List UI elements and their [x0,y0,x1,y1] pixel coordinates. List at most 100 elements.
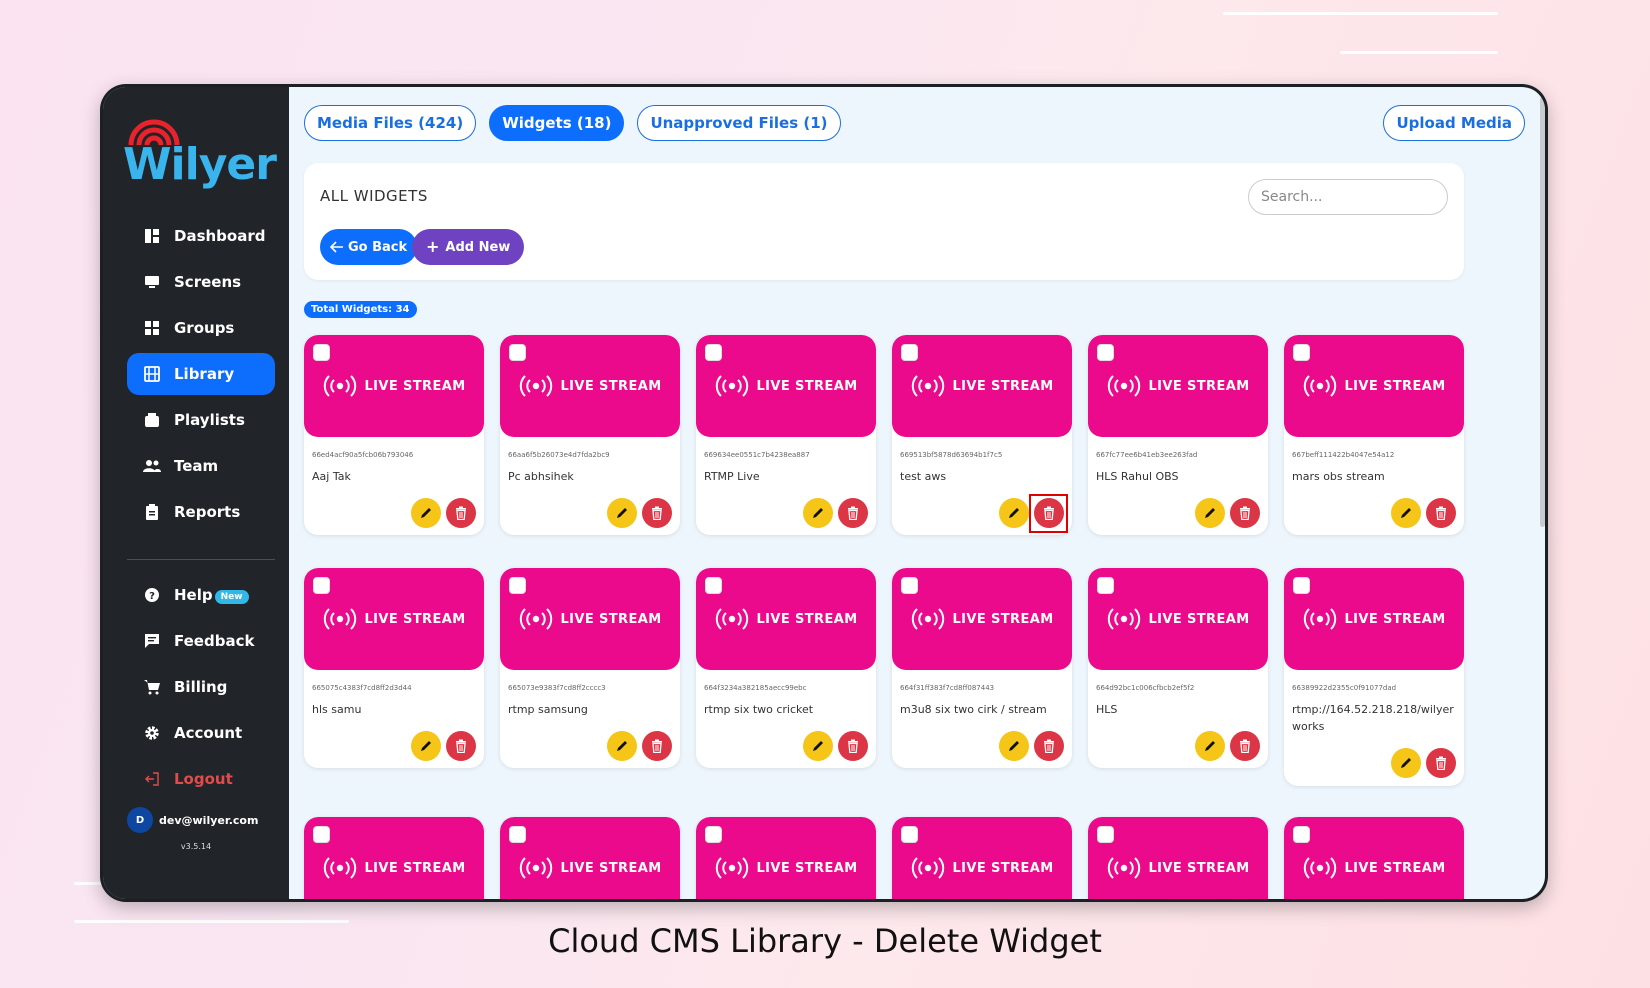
widget-thumbnail[interactable]: LIVE STREAM [500,817,680,899]
select-checkbox[interactable] [901,826,918,843]
delete-button[interactable] [1230,731,1260,761]
add-new-button[interactable]: + Add New [412,229,525,265]
select-checkbox[interactable] [509,826,526,843]
widget-card[interactable]: LIVE STREAM [304,817,484,899]
select-checkbox[interactable] [901,344,918,361]
widget-card[interactable]: LIVE STREAM 66aa6f5b26073e4d7fda2bc9 Pc ab… [500,335,680,535]
widget-card[interactable]: LIVE STREAM 665073e9383f7cd8ff2cccc3 rtmp … [500,568,680,768]
widget-thumbnail[interactable]: LIVE STREAM [1284,568,1464,670]
widget-thumbnail[interactable]: LIVE STREAM [892,568,1072,670]
widget-card[interactable]: LIVE STREAM 66389922d2355c0f91077dad rtmp:… [1284,568,1464,786]
tab-media[interactable]: Media Files (424) [304,105,477,141]
go-back-button[interactable]: Go Back [320,229,418,265]
widget-thumbnail[interactable]: LIVE STREAM [304,817,484,899]
select-checkbox[interactable] [313,577,330,594]
select-checkbox[interactable] [1293,577,1310,594]
select-checkbox[interactable] [705,577,722,594]
select-checkbox[interactable] [705,826,722,843]
sidebar-item-groups[interactable]: Groups [127,307,275,349]
edit-button[interactable] [1391,498,1421,528]
widget-card[interactable]: LIVE STREAM 664f3234a382185aecc99ebc rtmp … [696,568,876,768]
edit-button[interactable] [803,731,833,761]
sidebar-item-library[interactable]: Library [127,353,275,395]
widget-thumbnail[interactable]: LIVE STREAM [696,335,876,437]
widget-type-label: LIVE STREAM [952,378,1054,394]
delete-button[interactable] [446,498,476,528]
widget-thumbnail[interactable]: LIVE STREAM [1284,335,1464,437]
widget-thumbnail[interactable]: LIVE STREAM [304,335,484,437]
tab-unapproved[interactable]: Unapproved Files (1) [637,105,841,141]
select-checkbox[interactable] [313,826,330,843]
edit-button[interactable] [1195,498,1225,528]
sidebar-item-playlists[interactable]: Playlists [127,399,275,441]
widget-card[interactable]: LIVE STREAM 667beff111422b4047e54a12 mars … [1284,335,1464,535]
edit-button[interactable] [411,498,441,528]
widget-card[interactable]: LIVE STREAM 669634ee0551c7b4238ea887 RTMP … [696,335,876,535]
sidebar-item-help[interactable]: ? Help New [127,574,275,616]
widget-card[interactable]: LIVE STREAM 664d92bc1c006cfbcb2ef5f2 HLS [1088,568,1268,768]
sidebar-item-feedback[interactable]: Feedback [127,620,275,662]
sidebar-item-account[interactable]: Account [127,712,275,754]
widget-card[interactable]: LIVE STREAM [1284,817,1464,899]
widget-card[interactable]: LIVE STREAM [696,817,876,899]
sidebar-item-logout[interactable]: Logout [127,758,275,800]
widget-thumbnail[interactable]: LIVE STREAM [304,568,484,670]
widget-thumbnail[interactable]: LIVE STREAM [1284,817,1464,899]
edit-button[interactable] [1195,731,1225,761]
select-checkbox[interactable] [901,577,918,594]
scrollbar[interactable] [1540,97,1545,527]
widget-thumbnail[interactable]: LIVE STREAM [500,335,680,437]
select-checkbox[interactable] [705,344,722,361]
sidebar-item-dashboard[interactable]: Dashboard [127,215,275,257]
sidebar-item-billing[interactable]: Billing [127,666,275,708]
select-checkbox[interactable] [1293,344,1310,361]
widget-thumbnail[interactable]: LIVE STREAM [500,568,680,670]
select-checkbox[interactable] [313,344,330,361]
widget-card[interactable]: LIVE STREAM [1088,817,1268,899]
widget-thumbnail[interactable]: LIVE STREAM [892,335,1072,437]
upload-media-button[interactable]: Upload Media [1383,105,1525,141]
delete-button[interactable] [1034,731,1064,761]
sidebar-item-screens[interactable]: Screens [127,261,275,303]
user-profile[interactable]: D dev@wilyer.com [127,807,258,833]
widget-thumbnail[interactable]: LIVE STREAM [1088,335,1268,437]
tab-widgets[interactable]: Widgets (18) [489,105,625,141]
broadcast-icon [912,857,945,879]
widget-card[interactable]: LIVE STREAM 66ed4acf90a5fcb06b793046 Aaj T… [304,335,484,535]
delete-button[interactable] [1426,748,1456,778]
select-checkbox[interactable] [1293,826,1310,843]
widget-card[interactable]: LIVE STREAM [892,817,1072,899]
sidebar-item-team[interactable]: Team [127,445,275,487]
select-checkbox[interactable] [1097,344,1114,361]
edit-button[interactable] [607,498,637,528]
select-checkbox[interactable] [509,344,526,361]
widget-card[interactable]: LIVE STREAM 665075c4383f7cd8ff2d3d44 hls s… [304,568,484,768]
edit-button[interactable] [411,731,441,761]
live-stream-label: LIVE STREAM [910,607,1053,631]
select-checkbox[interactable] [509,577,526,594]
delete-button[interactable] [446,731,476,761]
search-input[interactable] [1248,179,1448,215]
widget-card[interactable]: LIVE STREAM 667fc77ee6b41eb3ee263fad HLS R… [1088,335,1268,535]
widget-thumbnail[interactable]: LIVE STREAM [696,817,876,899]
select-checkbox[interactable] [1097,577,1114,594]
select-checkbox[interactable] [1097,826,1114,843]
delete-button[interactable] [838,731,868,761]
delete-button[interactable] [642,731,672,761]
edit-button[interactable] [999,498,1029,528]
edit-button[interactable] [999,731,1029,761]
edit-button[interactable] [607,731,637,761]
widget-thumbnail[interactable]: LIVE STREAM [696,568,876,670]
delete-button[interactable] [1426,498,1456,528]
edit-button[interactable] [1391,748,1421,778]
widget-card[interactable]: LIVE STREAM 664f31ff383f7cd8ff087443 m3u8 … [892,568,1072,768]
delete-button[interactable] [1230,498,1260,528]
edit-button[interactable] [803,498,833,528]
delete-button[interactable] [642,498,672,528]
widget-card[interactable]: LIVE STREAM [500,817,680,899]
widget-thumbnail[interactable]: LIVE STREAM [1088,568,1268,670]
widget-thumbnail[interactable]: LIVE STREAM [1088,817,1268,899]
delete-button[interactable] [838,498,868,528]
widget-thumbnail[interactable]: LIVE STREAM [892,817,1072,899]
sidebar-item-reports[interactable]: Reports [127,491,275,533]
